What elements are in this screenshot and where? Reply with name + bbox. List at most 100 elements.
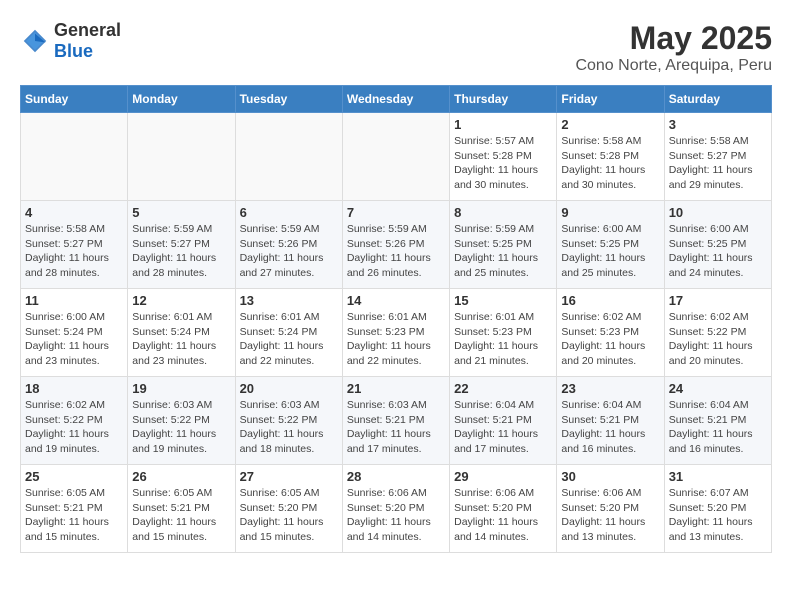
day-number: 30 (561, 469, 659, 484)
calendar-cell: 17Sunrise: 6:02 AM Sunset: 5:22 PM Dayli… (664, 289, 771, 377)
calendar-cell: 20 Sunrise: 6:03 AM Sunset: 5:22 PM Dayli… (235, 377, 342, 465)
calendar-cell: 6 Sunrise: 5:59 AM Sunset: 5:26 PM Daylig… (235, 201, 342, 289)
day-info: Sunrise: 6:04 AM Sunset: 5:21 PM Dayligh… (561, 398, 659, 457)
day-number: 1 (454, 117, 552, 132)
calendar-cell: 5Sunrise: 5:59 AM Sunset: 5:27 PM Daylig… (128, 201, 235, 289)
calendar-cell: 9Sunrise: 6:00 AM Sunset: 5:25 PM Daylig… (557, 201, 664, 289)
day-number: 20 (240, 381, 338, 396)
logo-general-text: General (54, 20, 121, 41)
day-number: 16 (561, 293, 659, 308)
calendar-cell (128, 113, 235, 201)
day-header-thursday: Thursday (450, 86, 557, 113)
calendar-cell: 28Sunrise: 6:06 AM Sunset: 5:20 PM Dayli… (342, 465, 449, 553)
calendar-week-2: 4 Sunrise: 5:58 AM Sunset: 5:27 PM Daylig… (21, 201, 772, 289)
day-number: 18 (25, 381, 123, 396)
day-info: Sunrise: 6:01 AM Sunset: 5:23 PM Dayligh… (454, 310, 552, 369)
calendar-cell: 14Sunrise: 6:01 AM Sunset: 5:23 PM Dayli… (342, 289, 449, 377)
calendar-cell: 23 Sunrise: 6:04 AM Sunset: 5:21 PM Dayli… (557, 377, 664, 465)
day-info: Sunrise: 5:57 AM Sunset: 5:28 PM Dayligh… (454, 134, 552, 193)
day-number: 4 (25, 205, 123, 220)
day-info: Sunrise: 6:04 AM Sunset: 5:21 PM Dayligh… (669, 398, 767, 457)
day-number: 25 (25, 469, 123, 484)
day-number: 21 (347, 381, 445, 396)
day-header-sunday: Sunday (21, 86, 128, 113)
calendar-cell (342, 113, 449, 201)
logo-text: General Blue (54, 20, 121, 62)
calendar-cell: 10Sunrise: 6:00 AM Sunset: 5:25 PM Dayli… (664, 201, 771, 289)
calendar-cell: 21 Sunrise: 6:03 AM Sunset: 5:21 PM Dayli… (342, 377, 449, 465)
day-number: 29 (454, 469, 552, 484)
day-info: Sunrise: 6:02 AM Sunset: 5:23 PM Dayligh… (561, 310, 659, 369)
day-info: Sunrise: 6:06 AM Sunset: 5:20 PM Dayligh… (561, 486, 659, 545)
day-info: Sunrise: 6:05 AM Sunset: 5:20 PM Dayligh… (240, 486, 338, 545)
calendar-header-row: SundayMondayTuesdayWednesdayThursdayFrid… (21, 86, 772, 113)
day-number: 31 (669, 469, 767, 484)
day-info: Sunrise: 6:02 AM Sunset: 5:22 PM Dayligh… (669, 310, 767, 369)
day-header-monday: Monday (128, 86, 235, 113)
day-info: Sunrise: 6:07 AM Sunset: 5:20 PM Dayligh… (669, 486, 767, 545)
day-number: 22 (454, 381, 552, 396)
day-info: Sunrise: 5:59 AM Sunset: 5:25 PM Dayligh… (454, 222, 552, 281)
day-info: Sunrise: 6:05 AM Sunset: 5:21 PM Dayligh… (25, 486, 123, 545)
day-number: 12 (132, 293, 230, 308)
day-number: 5 (132, 205, 230, 220)
page-header: General Blue May 2025 Cono Norte, Arequi… (20, 20, 772, 75)
logo-blue-text: Blue (54, 41, 121, 62)
calendar-cell: 11 Sunrise: 6:00 AM Sunset: 5:24 PM Dayli… (21, 289, 128, 377)
calendar-cell: 22 Sunrise: 6:04 AM Sunset: 5:21 PM Dayli… (450, 377, 557, 465)
day-number: 28 (347, 469, 445, 484)
day-info: Sunrise: 6:04 AM Sunset: 5:21 PM Dayligh… (454, 398, 552, 457)
day-number: 8 (454, 205, 552, 220)
calendar-cell (235, 113, 342, 201)
day-number: 6 (240, 205, 338, 220)
day-number: 9 (561, 205, 659, 220)
calendar-week-3: 11 Sunrise: 6:00 AM Sunset: 5:24 PM Dayli… (21, 289, 772, 377)
calendar-cell: 24 Sunrise: 6:04 AM Sunset: 5:21 PM Dayli… (664, 377, 771, 465)
calendar-cell: 19Sunrise: 6:03 AM Sunset: 5:22 PM Dayli… (128, 377, 235, 465)
day-info: Sunrise: 6:00 AM Sunset: 5:25 PM Dayligh… (669, 222, 767, 281)
day-number: 15 (454, 293, 552, 308)
day-info: Sunrise: 5:59 AM Sunset: 5:26 PM Dayligh… (240, 222, 338, 281)
day-number: 26 (132, 469, 230, 484)
day-info: Sunrise: 6:01 AM Sunset: 5:24 PM Dayligh… (132, 310, 230, 369)
calendar-cell: 26 Sunrise: 6:05 AM Sunset: 5:21 PM Dayli… (128, 465, 235, 553)
calendar-cell: 27Sunrise: 6:05 AM Sunset: 5:20 PM Dayli… (235, 465, 342, 553)
calendar-cell: 4 Sunrise: 5:58 AM Sunset: 5:27 PM Daylig… (21, 201, 128, 289)
day-info: Sunrise: 6:02 AM Sunset: 5:22 PM Dayligh… (25, 398, 123, 457)
calendar-week-1: 1 Sunrise: 5:57 AM Sunset: 5:28 PM Daylig… (21, 113, 772, 201)
day-info: Sunrise: 5:58 AM Sunset: 5:28 PM Dayligh… (561, 134, 659, 193)
calendar-cell: 18 Sunrise: 6:02 AM Sunset: 5:22 PM Dayli… (21, 377, 128, 465)
calendar-cell: 3 Sunrise: 5:58 AM Sunset: 5:27 PM Daylig… (664, 113, 771, 201)
calendar-cell: 13Sunrise: 6:01 AM Sunset: 5:24 PM Dayli… (235, 289, 342, 377)
day-info: Sunrise: 5:58 AM Sunset: 5:27 PM Dayligh… (669, 134, 767, 193)
calendar-cell: 2Sunrise: 5:58 AM Sunset: 5:28 PM Daylig… (557, 113, 664, 201)
title-block: May 2025 Cono Norte, Arequipa, Peru (575, 20, 772, 75)
day-info: Sunrise: 6:01 AM Sunset: 5:23 PM Dayligh… (347, 310, 445, 369)
calendar-table: SundayMondayTuesdayWednesdayThursdayFrid… (20, 85, 772, 553)
day-header-friday: Friday (557, 86, 664, 113)
calendar-cell: 29 Sunrise: 6:06 AM Sunset: 5:20 PM Dayli… (450, 465, 557, 553)
day-info: Sunrise: 6:00 AM Sunset: 5:24 PM Dayligh… (25, 310, 123, 369)
day-number: 19 (132, 381, 230, 396)
day-header-wednesday: Wednesday (342, 86, 449, 113)
day-info: Sunrise: 6:06 AM Sunset: 5:20 PM Dayligh… (454, 486, 552, 545)
day-info: Sunrise: 6:03 AM Sunset: 5:21 PM Dayligh… (347, 398, 445, 457)
day-info: Sunrise: 5:59 AM Sunset: 5:26 PM Dayligh… (347, 222, 445, 281)
day-number: 7 (347, 205, 445, 220)
day-info: Sunrise: 6:03 AM Sunset: 5:22 PM Dayligh… (240, 398, 338, 457)
page-subtitle: Cono Norte, Arequipa, Peru (575, 57, 772, 75)
day-number: 11 (25, 293, 123, 308)
page-title: May 2025 (575, 20, 772, 57)
day-number: 3 (669, 117, 767, 132)
calendar-cell: 30 Sunrise: 6:06 AM Sunset: 5:20 PM Dayli… (557, 465, 664, 553)
day-number: 23 (561, 381, 659, 396)
day-info: Sunrise: 6:01 AM Sunset: 5:24 PM Dayligh… (240, 310, 338, 369)
calendar-cell (21, 113, 128, 201)
calendar-cell: 15 Sunrise: 6:01 AM Sunset: 5:23 PM Dayli… (450, 289, 557, 377)
calendar-cell: 8 Sunrise: 5:59 AM Sunset: 5:25 PM Daylig… (450, 201, 557, 289)
day-info: Sunrise: 5:58 AM Sunset: 5:27 PM Dayligh… (25, 222, 123, 281)
day-info: Sunrise: 6:05 AM Sunset: 5:21 PM Dayligh… (132, 486, 230, 545)
calendar-week-4: 18 Sunrise: 6:02 AM Sunset: 5:22 PM Dayli… (21, 377, 772, 465)
day-number: 24 (669, 381, 767, 396)
logo: General Blue (20, 20, 121, 62)
